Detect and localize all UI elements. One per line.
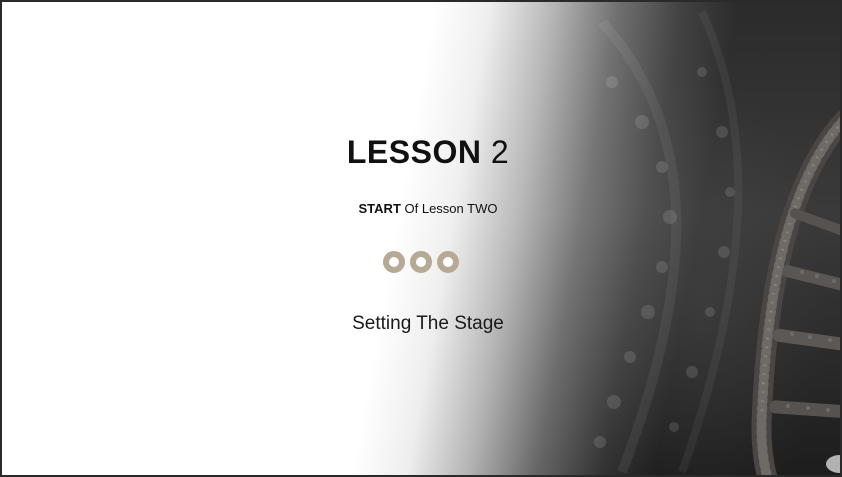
subtitle-bold: START <box>358 201 401 216</box>
ring-dot-icon <box>410 251 432 273</box>
lesson-number: 2 <box>490 134 510 170</box>
decorative-dots <box>383 251 459 273</box>
slide-content: LESSON 2 START Of Lesson TWO Setting The… <box>2 2 840 475</box>
lesson-title: LESSON 2 <box>2 132 840 172</box>
lesson-subtitle: START Of Lesson TWO <box>2 200 840 218</box>
ring-dot-icon <box>437 251 459 273</box>
subtitle-rest: Of Lesson TWO <box>404 201 498 216</box>
lesson-title-bold: LESSON <box>346 134 482 170</box>
ring-dot-icon <box>383 251 405 273</box>
slide: LESSON 2 START Of Lesson TWO Setting The… <box>0 0 842 477</box>
lesson-caption: Setting The Stage <box>352 313 504 334</box>
